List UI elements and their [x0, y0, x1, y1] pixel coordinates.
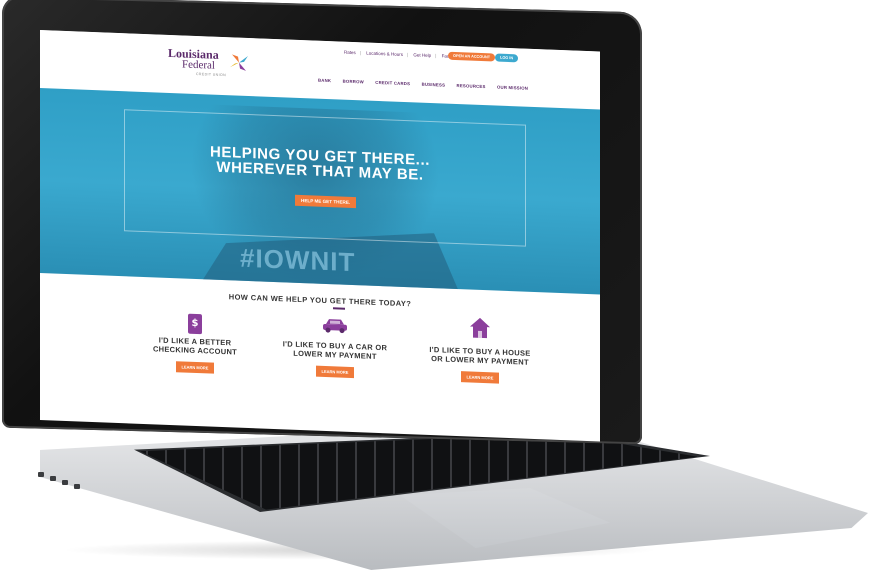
card-house: I'D LIKE TO BUY A HOUSE OR LOWER MY PAYM… — [410, 314, 550, 386]
port — [74, 484, 80, 489]
brand-name-line2: Federal — [182, 58, 215, 72]
title-underline — [333, 307, 345, 310]
car-icon — [323, 319, 347, 334]
nav-item-our-mission[interactable]: OUR MISSION — [497, 85, 528, 91]
hero-banner: #IOWNIT HELPING YOU GET THERE... WHEREVE… — [40, 88, 600, 295]
help-me-get-there-button[interactable]: HELP ME GET THERE. — [295, 194, 357, 209]
learn-more-button[interactable]: LEARN MORE — [175, 361, 215, 374]
port — [62, 480, 68, 485]
phone-dollar-icon — [188, 313, 202, 335]
card-text: I'D LIKE A BETTER CHECKING ACCOUNT — [130, 335, 260, 357]
learn-more-button[interactable]: LEARN MORE — [460, 371, 500, 384]
card-text: I'D LIKE TO BUY A HOUSE OR LOWER MY PAYM… — [410, 345, 550, 367]
nav-item-bank[interactable]: BANK — [318, 78, 331, 84]
nav-item-business[interactable]: BUSINESS — [422, 82, 446, 88]
open-account-button[interactable]: OPEN AN ACCOUNT — [448, 51, 496, 62]
port — [50, 476, 56, 481]
pinwheel-logo-icon — [230, 54, 248, 71]
learn-more-button[interactable]: LEARN MORE — [315, 365, 355, 379]
port — [38, 472, 44, 477]
utility-nav: Rates| Locations & Hours| Get Help| Face… — [342, 50, 463, 60]
hero-shirt-text: #IOWNIT — [240, 242, 356, 278]
laptop-screen: Louisiana Federal CREDIT UNION Rates | Lo… — [40, 30, 600, 442]
login-button[interactable]: LOG IN — [495, 53, 519, 63]
card-text: I'D LIKE TO BUY A CAR OR LOWER MY PAYMEN… — [265, 339, 405, 362]
utility-link-locations[interactable]: Locations & Hours — [366, 51, 403, 57]
laptop-mockup: Louisiana Federal CREDIT UNION Rates | Lo… — [0, 0, 869, 579]
nav-item-credit-cards[interactable]: CREDIT CARDS — [375, 80, 410, 86]
brand-logo[interactable]: Louisiana Federal CREDIT UNION — [168, 46, 248, 78]
house-icon — [470, 317, 490, 339]
utility-link-help[interactable]: Get Help — [413, 52, 431, 58]
card-checking: I'D LIKE A BETTER CHECKING ACCOUNT LEARN… — [130, 311, 260, 376]
main-nav: BANK BORROW CREDIT CARDS BUSINESS RESOUR… — [318, 78, 538, 91]
utility-link-rates[interactable]: Rates — [344, 50, 356, 55]
laptop-ports — [30, 468, 120, 494]
card-car: I'D LIKE TO BUY A CAR OR LOWER MY PAYMEN… — [265, 315, 405, 381]
nav-item-resources[interactable]: RESOURCES — [457, 83, 486, 89]
nav-item-borrow[interactable]: BORROW — [343, 79, 364, 85]
brand-tagline: CREDIT UNION — [196, 71, 227, 78]
